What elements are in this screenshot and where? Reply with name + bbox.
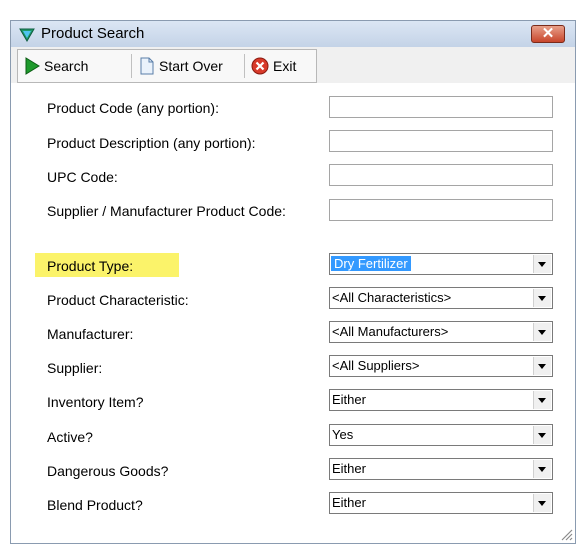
chevron-down-icon[interactable] (533, 391, 551, 409)
window-title: Product Search (41, 25, 145, 42)
chevron-down-icon[interactable] (533, 255, 551, 273)
chevron-down-icon[interactable] (533, 357, 551, 375)
manufacturer-value: <All Manufacturers> (332, 324, 449, 339)
supplier-select[interactable]: <All Suppliers> (329, 355, 553, 377)
resize-grip-icon[interactable] (559, 527, 573, 541)
exit-button[interactable]: Exit (251, 50, 296, 82)
chevron-down-icon[interactable] (533, 494, 551, 512)
toolbar: Search Start Over Exit (17, 49, 317, 83)
search-button[interactable]: Search (24, 50, 88, 82)
product-type-select[interactable]: Dry Fertilizer (329, 253, 553, 275)
triangle-logo-icon (19, 28, 35, 42)
product-description-label: Product Description (any portion): (47, 135, 256, 151)
product-type-label: Product Type: (47, 258, 134, 274)
toolbar-separator (131, 54, 132, 78)
chevron-down-icon[interactable] (533, 460, 551, 478)
active-select[interactable]: Yes (329, 424, 553, 446)
product-characteristic-value: <All Characteristics> (332, 290, 452, 305)
dangerous-goods-label: Dangerous Goods? (47, 463, 169, 479)
blend-product-value: Either (332, 495, 366, 510)
inventory-item-value: Either (332, 392, 366, 407)
close-button[interactable]: ✕ (531, 25, 565, 43)
product-type-value: Dry Fertilizer (331, 256, 411, 271)
inventory-item-label: Inventory Item? (47, 394, 144, 410)
blend-product-label: Blend Product? (47, 497, 143, 513)
active-value: Yes (332, 427, 354, 442)
dangerous-goods-value: Either (332, 461, 366, 476)
product-code-label: Product Code (any portion): (47, 100, 219, 116)
upc-code-label: UPC Code: (47, 169, 118, 185)
chevron-down-icon[interactable] (533, 289, 551, 307)
product-characteristic-select[interactable]: <All Characteristics> (329, 287, 553, 309)
dangerous-goods-select[interactable]: Either (329, 458, 553, 480)
chevron-down-icon[interactable] (533, 426, 551, 444)
supplier-code-input[interactable] (329, 199, 553, 221)
search-form: Product Code (any portion): Product Desc… (11, 83, 575, 543)
manufacturer-select[interactable]: <All Manufacturers> (329, 321, 553, 343)
upc-code-input[interactable] (329, 164, 553, 186)
close-circle-icon (251, 57, 269, 75)
title-bar: Product Search ✕ (11, 21, 575, 47)
start-over-label: Start Over (159, 58, 223, 74)
active-label: Active? (47, 429, 93, 445)
product-search-window: Product Search ✕ Search Start Over Exit (10, 20, 576, 544)
chevron-down-icon[interactable] (533, 323, 551, 341)
inventory-item-select[interactable]: Either (329, 389, 553, 411)
toolbar-separator (244, 54, 245, 78)
exit-label: Exit (273, 58, 297, 74)
play-icon (25, 57, 40, 75)
blend-product-select[interactable]: Either (329, 492, 553, 514)
supplier-label: Supplier: (47, 360, 103, 376)
product-code-input[interactable] (329, 96, 553, 118)
start-over-button[interactable]: Start Over (139, 50, 223, 82)
product-description-input[interactable] (329, 130, 553, 152)
supplier-value: <All Suppliers> (332, 358, 420, 373)
close-icon: ✕ (541, 25, 555, 42)
product-characteristic-label: Product Characteristic: (47, 292, 189, 308)
document-icon (140, 57, 154, 75)
search-label: Search (44, 58, 89, 74)
supplier-code-label: Supplier / Manufacturer Product Code: (47, 203, 286, 219)
manufacturer-label: Manufacturer: (47, 326, 134, 342)
